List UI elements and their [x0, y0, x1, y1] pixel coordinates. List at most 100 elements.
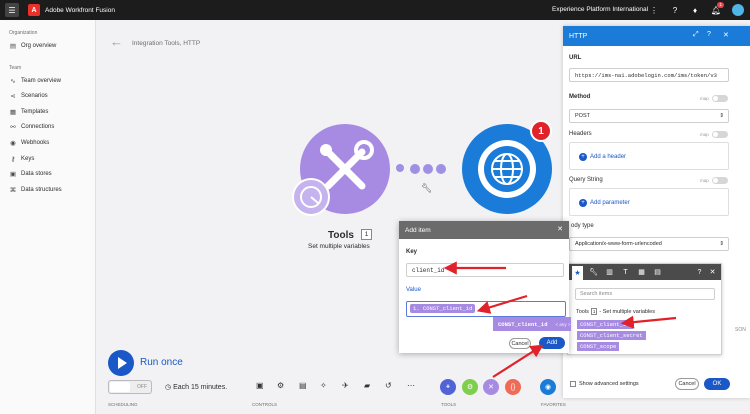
auto-align-icon[interactable]: ✧: [320, 381, 327, 390]
templates-icon: ▦: [9, 109, 17, 116]
mapping-item[interactable]: CONST_client_id: [577, 320, 633, 329]
tools-icon[interactable]: ✕: [483, 379, 499, 395]
play-icon: [118, 357, 127, 369]
sidebar-item-data-structures[interactable]: ⌘ Data structures: [9, 186, 62, 194]
menu-icon[interactable]: ☰: [5, 3, 19, 17]
headers-map-toggle[interactable]: map: [700, 131, 728, 138]
method-map-toggle[interactable]: map: [700, 95, 728, 102]
add-header-label: Add a header: [590, 154, 627, 160]
scheduling-toggle[interactable]: OFF: [108, 380, 152, 394]
query-string-label: Query String: [569, 177, 603, 183]
save-icon[interactable]: ▣: [256, 381, 264, 390]
map-label: map: [700, 178, 709, 183]
help-icon[interactable]: ?: [707, 31, 711, 38]
add-item-title: Add item: [405, 226, 431, 234]
sidebar-item-label: Data stores: [21, 171, 52, 177]
value-input[interactable]: 1. CONST_client_id: [406, 301, 566, 317]
mapping-search-input[interactable]: Search items: [575, 288, 715, 300]
briefcase-icon[interactable]: ▰: [364, 381, 370, 390]
text-icon[interactable]: T: [620, 267, 631, 277]
close-icon[interactable]: ✕: [723, 31, 729, 39]
flow-control-icon[interactable]: ⚹: [440, 379, 456, 395]
body-type-label: ody type: [571, 223, 594, 229]
add-item-dialog: Add item ✕ Key client_id Value 1. CONST_…: [399, 221, 569, 353]
dropdown-caret-icon: ⇕: [719, 113, 724, 119]
run-once-label[interactable]: Run once: [140, 357, 183, 368]
sidebar-item-scenarios[interactable]: ⋖ Scenarios: [9, 92, 47, 100]
checkbox: [570, 381, 576, 387]
breadcrumb: Integration Tools, HTTP: [132, 40, 201, 47]
schedule-text[interactable]: ◷ Each 15 minutes.: [165, 383, 227, 391]
add-header-button[interactable]: + Add a header: [579, 153, 626, 161]
help-icon[interactable]: ?: [694, 267, 705, 277]
set-variables-badge: [292, 178, 330, 216]
sidebar: Organization ▤ Org overview Team ∿ Team …: [0, 20, 96, 414]
back-arrow-icon[interactable]: ←: [110, 34, 123, 49]
sidebar-item-data-stores[interactable]: ▣ Data stores: [9, 170, 52, 178]
notes-icon[interactable]: ▤: [299, 381, 307, 390]
bell-icon[interactable]: 🔔︎ 1: [711, 2, 724, 15]
drag-chip-type: < any >: [555, 321, 571, 327]
key-icon: ⚷: [10, 156, 16, 163]
adobe-logo: A: [28, 4, 40, 16]
mapping-module-title: Tools 1 - Set multiple variables: [576, 308, 655, 315]
date-icon[interactable]: ▦: [636, 267, 647, 277]
close-icon[interactable]: ✕: [557, 225, 563, 233]
close-icon[interactable]: ✕: [707, 267, 718, 277]
module-desc: - Set multiple variables: [599, 308, 655, 315]
url-input[interactable]: https://ims-na1.adobelogin.com/ims/token…: [569, 68, 729, 82]
help-icon[interactable]: ?: [670, 5, 680, 15]
headers-label: Headers: [569, 131, 592, 137]
add-parameter-label: Add parameter: [590, 200, 630, 206]
http-ok-button[interactable]: OK: [704, 378, 730, 390]
key-input[interactable]: client_id: [406, 263, 564, 277]
mapping-item[interactable]: CONST_scope: [577, 342, 620, 351]
value-pill[interactable]: 1. CONST_client_id: [410, 304, 476, 313]
module-name: Tools: [576, 308, 589, 315]
gauge-icon: [300, 186, 322, 208]
sidebar-item-label: Webhooks: [21, 140, 50, 146]
feedback-icon[interactable]: ♦: [690, 5, 700, 15]
sidebar-item-label: Team overview: [21, 78, 62, 84]
add-parameter-button[interactable]: + Add parameter: [579, 199, 630, 207]
star-icon[interactable]: ★: [572, 266, 583, 280]
show-advanced-checkbox[interactable]: Show advanced settings: [570, 381, 639, 387]
body-type-select[interactable]: Application/x-www-form-urlencoded ⇕: [569, 237, 729, 251]
mapping-item[interactable]: CONST_client_secret: [577, 331, 646, 340]
table-icon[interactable]: ▤: [652, 267, 663, 277]
expand-icon[interactable]: ⤢: [693, 31, 699, 39]
sidebar-item-keys[interactable]: ⚷ Keys: [9, 155, 35, 163]
toggle-knob: [110, 382, 130, 392]
calendar-icon[interactable]: ▥: [604, 267, 615, 277]
http-panel-title: HTTP: [569, 32, 588, 40]
sidebar-item-webhooks[interactable]: ◉ Webhooks: [9, 139, 49, 147]
dialog-cancel-button[interactable]: Cancel: [509, 338, 531, 349]
route-settings-icon[interactable]: 🔧︎: [421, 183, 432, 194]
history-icon[interactable]: ↺: [385, 381, 392, 390]
method-select[interactable]: POST ⇕: [569, 109, 729, 123]
sidebar-item-connections[interactable]: ⚯ Connections: [9, 123, 54, 131]
http-favorite-icon[interactable]: ◉: [540, 379, 556, 395]
settings-tool-icon[interactable]: ⚙: [462, 379, 478, 395]
run-once-button[interactable]: [108, 350, 134, 376]
sidebar-item-team-overview[interactable]: ∿ Team overview: [9, 77, 61, 85]
key-label: Key: [406, 249, 418, 255]
sidebar-item-org-overview[interactable]: ▤ Org overview: [9, 42, 56, 50]
airplane-icon[interactable]: ✈: [342, 381, 349, 390]
drag-chip-label: CONST_client_id: [498, 320, 548, 328]
gear-icon[interactable]: ⚙: [277, 381, 284, 390]
label-scheduling: SCHEDULING: [108, 402, 138, 407]
query-map-toggle[interactable]: map: [700, 177, 728, 184]
apps-grid-icon[interactable]: ⋮: [649, 5, 659, 15]
json-icon[interactable]: {}: [505, 379, 521, 395]
avatar[interactable]: [732, 4, 744, 16]
notification-badge: 1: [717, 2, 724, 8]
sidebar-item-templates[interactable]: ▦ Templates: [9, 108, 48, 116]
dragged-variable-chip[interactable]: CONST_client_id < any >: [493, 317, 571, 331]
dialog-add-button[interactable]: Add: [539, 337, 565, 349]
http-cancel-button[interactable]: Cancel: [675, 378, 699, 390]
wrench-icon[interactable]: 🔧︎: [588, 267, 599, 277]
more-icon[interactable]: ⋯: [407, 381, 415, 390]
link-icon: ⚯: [10, 124, 16, 131]
org-name[interactable]: Experience Platform International: [552, 6, 648, 13]
